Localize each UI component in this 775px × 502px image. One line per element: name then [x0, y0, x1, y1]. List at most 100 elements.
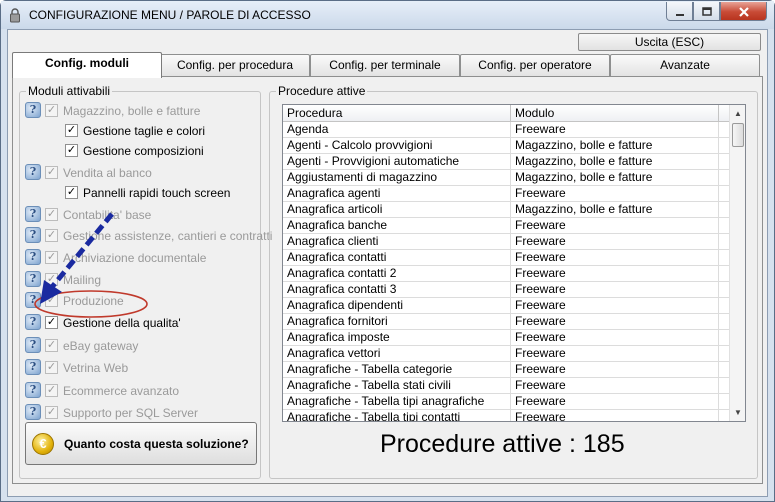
- cell-procedura: Agenti - Provvigioni automatiche: [283, 154, 511, 170]
- scroll-down-icon[interactable]: ▼: [730, 404, 745, 421]
- cell-modulo: Freeware: [511, 314, 719, 330]
- module-row[interactable]: ✓ Gestione composizioni: [25, 142, 253, 160]
- table-row[interactable]: Anagrafica vettori Freeware: [283, 346, 729, 362]
- module-checkbox[interactable]: ✓: [45, 166, 58, 179]
- module-label: Magazzino, bolle e fatture: [63, 104, 201, 118]
- procedures-scrollbar[interactable]: ▲ ▼: [729, 105, 745, 421]
- table-row[interactable]: Agenda Freeware: [283, 122, 729, 138]
- table-row[interactable]: Anagrafica contatti 2 Freeware: [283, 266, 729, 282]
- module-checkbox[interactable]: ✓: [45, 273, 58, 286]
- module-checkbox[interactable]: ✓: [45, 208, 58, 221]
- module-label: Gestione taglie e colori: [83, 124, 206, 138]
- cost-button[interactable]: € Quanto costa questa soluzione?: [25, 422, 257, 465]
- info-icon[interactable]: ?: [25, 337, 41, 353]
- maximize-icon: [701, 7, 712, 16]
- maximize-button[interactable]: [693, 2, 720, 21]
- config-window: CONFIGURAZIONE MENU / PAROLE DI ACCESSO …: [0, 0, 775, 502]
- table-row[interactable]: Anagrafica dipendenti Freeware: [283, 298, 729, 314]
- minimize-button[interactable]: [666, 2, 693, 21]
- cell-procedura: Anagrafica imposte: [283, 330, 511, 346]
- cell-procedura: Anagrafiche - Tabella stati civili: [283, 378, 511, 394]
- module-row[interactable]: ? ✓ Contabilita' base: [25, 206, 253, 224]
- module-row[interactable]: ? ✓ Vetrina Web: [25, 359, 253, 377]
- table-row[interactable]: Anagrafica fornitori Freeware: [283, 314, 729, 330]
- table-row[interactable]: Anagrafiche - Tabella stati civili Freewa…: [283, 378, 729, 394]
- module-checkbox[interactable]: ✓: [45, 384, 58, 397]
- cell-procedura: Anagrafica banche: [283, 218, 511, 234]
- module-row[interactable]: ? ✓ Ecommerce avanzato: [25, 382, 253, 400]
- cell-procedura: Agenda: [283, 122, 511, 138]
- table-row[interactable]: Anagrafica agenti Freeware: [283, 186, 729, 202]
- table-row[interactable]: Anagrafica contatti 3 Freeware: [283, 282, 729, 298]
- module-row[interactable]: ? ✓ Mailing: [25, 271, 253, 289]
- module-checkbox[interactable]: ✓: [45, 251, 58, 264]
- module-row[interactable]: ? ✓ Archiviazione documentale: [25, 249, 253, 267]
- table-row[interactable]: Anagrafica contatti Freeware: [283, 250, 729, 266]
- module-row[interactable]: ? ✓ Produzione: [25, 292, 253, 310]
- module-row[interactable]: ✓ Pannelli rapidi touch screen: [25, 184, 253, 202]
- table-row[interactable]: Anagrafiche - Tabella tipi contatti Freew…: [283, 410, 729, 421]
- info-icon[interactable]: ?: [25, 292, 41, 308]
- exit-button[interactable]: Uscita (ESC): [578, 33, 761, 51]
- module-checkbox[interactable]: ✓: [65, 186, 78, 199]
- module-label: Vendita al banco: [63, 166, 152, 180]
- module-row[interactable]: ? ✓ Supporto per SQL Server: [25, 404, 253, 422]
- module-checkbox[interactable]: ✓: [45, 406, 58, 419]
- cell-modulo: Freeware: [511, 298, 719, 314]
- info-icon[interactable]: ?: [25, 164, 41, 180]
- cell-modulo: Freeware: [511, 346, 719, 362]
- tab-config-procedura[interactable]: Config. per procedura: [160, 54, 310, 76]
- close-icon: [738, 7, 749, 17]
- cell-procedura: Anagrafiche - Tabella tipi anagrafiche: [283, 394, 511, 410]
- close-button[interactable]: [720, 2, 767, 21]
- info-icon[interactable]: ?: [25, 206, 41, 222]
- info-icon[interactable]: ?: [25, 227, 41, 243]
- table-row[interactable]: Anagrafica clienti Freeware: [283, 234, 729, 250]
- module-row[interactable]: ? ✓ Gestione assistenze, cantieri e contra…: [25, 227, 272, 245]
- module-checkbox[interactable]: ✓: [45, 104, 58, 117]
- module-checkbox[interactable]: ✓: [45, 229, 58, 242]
- cell-modulo: Freeware: [511, 330, 719, 346]
- column-header-modulo[interactable]: Modulo: [511, 105, 719, 122]
- tab-config-terminale[interactable]: Config. per terminale: [310, 54, 460, 76]
- module-row[interactable]: ? ✓ Vendita al banco: [25, 164, 253, 182]
- table-row[interactable]: Aggiustamenti di magazzino Magazzino, bol…: [283, 170, 729, 186]
- table-row[interactable]: Agenti - Provvigioni automatiche Magazzin…: [283, 154, 729, 170]
- info-icon[interactable]: ?: [25, 404, 41, 420]
- scroll-up-icon[interactable]: ▲: [730, 105, 745, 122]
- module-checkbox[interactable]: ✓: [65, 144, 78, 157]
- tab-config-operatore[interactable]: Config. per operatore: [460, 54, 610, 76]
- info-icon[interactable]: ?: [25, 102, 41, 118]
- module-checkbox[interactable]: ✓: [45, 316, 58, 329]
- module-checkbox[interactable]: ✓: [45, 339, 58, 352]
- info-icon[interactable]: ?: [25, 249, 41, 265]
- table-row[interactable]: Anagrafica imposte Freeware: [283, 330, 729, 346]
- module-row[interactable]: ✓ Gestione taglie e colori: [25, 122, 253, 140]
- table-row[interactable]: Anagrafiche - Tabella tipi anagrafiche Fr…: [283, 394, 729, 410]
- module-checkbox[interactable]: ✓: [45, 294, 58, 307]
- scrollbar-thumb[interactable]: [732, 123, 744, 147]
- module-checkbox[interactable]: ✓: [65, 124, 78, 137]
- modules-groupbox: Moduli attivabili ? ✓ Magazzino, bolle e f…: [19, 84, 272, 479]
- info-icon[interactable]: ?: [25, 271, 41, 287]
- column-header-procedura[interactable]: Procedura: [283, 105, 511, 122]
- info-icon[interactable]: ?: [25, 314, 41, 330]
- table-row[interactable]: Anagrafiche - Tabella categorie Freeware: [283, 362, 729, 378]
- table-row[interactable]: Anagrafica articoli Magazzino, bolle e fa…: [283, 202, 729, 218]
- module-label: Ecommerce avanzato: [63, 384, 180, 398]
- module-row[interactable]: ? ✓ Gestione della qualita': [25, 314, 253, 332]
- procedures-listview[interactable]: Procedura Modulo Agenda Freeware Agenti - …: [282, 104, 746, 422]
- module-row[interactable]: ? ✓ Magazzino, bolle e fatture: [25, 102, 253, 120]
- table-row[interactable]: Agenti - Calcolo provvigioni Magazzino, b…: [283, 138, 729, 154]
- module-checkbox[interactable]: ✓: [45, 361, 58, 374]
- title-bar[interactable]: CONFIGURAZIONE MENU / PAROLE DI ACCESSO: [1, 1, 774, 29]
- cell-procedura: Anagrafica articoli: [283, 202, 511, 218]
- tab-avanzate[interactable]: Avanzate: [610, 54, 760, 76]
- table-row[interactable]: Anagrafica banche Freeware: [283, 218, 729, 234]
- tab-config-moduli[interactable]: Config. moduli: [12, 52, 162, 78]
- info-icon[interactable]: ?: [25, 359, 41, 375]
- module-row[interactable]: ? ✓ eBay gateway: [25, 337, 253, 355]
- info-icon[interactable]: ?: [25, 382, 41, 398]
- cell-procedura: Anagrafica contatti 3: [283, 282, 511, 298]
- procedures-count: Procedure attive : 185: [380, 430, 625, 458]
